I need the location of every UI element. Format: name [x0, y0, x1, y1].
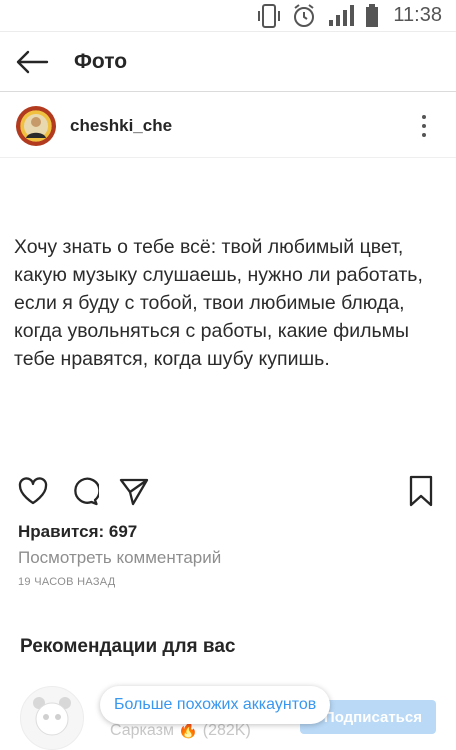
similar-accounts-button[interactable]: Больше похожих аккаунтов — [100, 686, 331, 724]
recommendations-title: Рекомендации для вас — [20, 636, 236, 657]
status-bar: 11:38 — [0, 0, 456, 32]
view-comments-link[interactable]: Посмотреть комментарий — [18, 548, 221, 568]
signal-icon — [327, 4, 355, 28]
send-icon — [119, 478, 149, 506]
post-text: Хочу знать о тебе всё: твой любимый цвет… — [14, 236, 423, 370]
battery-icon — [365, 3, 379, 28]
heart-icon — [18, 477, 48, 505]
comment-button[interactable] — [67, 474, 101, 508]
vibrate-icon — [257, 3, 281, 29]
back-button[interactable] — [10, 40, 54, 84]
likes-count[interactable]: Нравится: 697 — [18, 522, 137, 542]
share-button[interactable] — [117, 474, 151, 508]
status-time: 11:38 — [393, 4, 442, 26]
username[interactable]: cheshki_che — [70, 116, 172, 136]
comment-icon — [74, 477, 99, 506]
post-header: cheshki_che — [0, 94, 456, 158]
top-bar: Фото — [0, 32, 456, 92]
post-timestamp: 19 ЧАСОВ НАЗАД — [18, 576, 116, 588]
more-options-button[interactable] — [412, 111, 436, 141]
more-dot — [422, 132, 426, 137]
like-button[interactable] — [16, 474, 50, 508]
page-title: Фото — [74, 49, 128, 73]
avatar[interactable] — [16, 105, 56, 146]
panda-icon — [33, 697, 71, 736]
more-dot — [422, 123, 426, 128]
arrow-left-icon — [16, 50, 49, 73]
more-dot — [422, 114, 426, 119]
bookmark-icon — [409, 475, 433, 507]
save-button[interactable] — [404, 474, 438, 508]
recommended-account-avatar[interactable] — [20, 686, 84, 750]
alarm-icon — [291, 3, 317, 29]
post-actions — [0, 474, 456, 510]
